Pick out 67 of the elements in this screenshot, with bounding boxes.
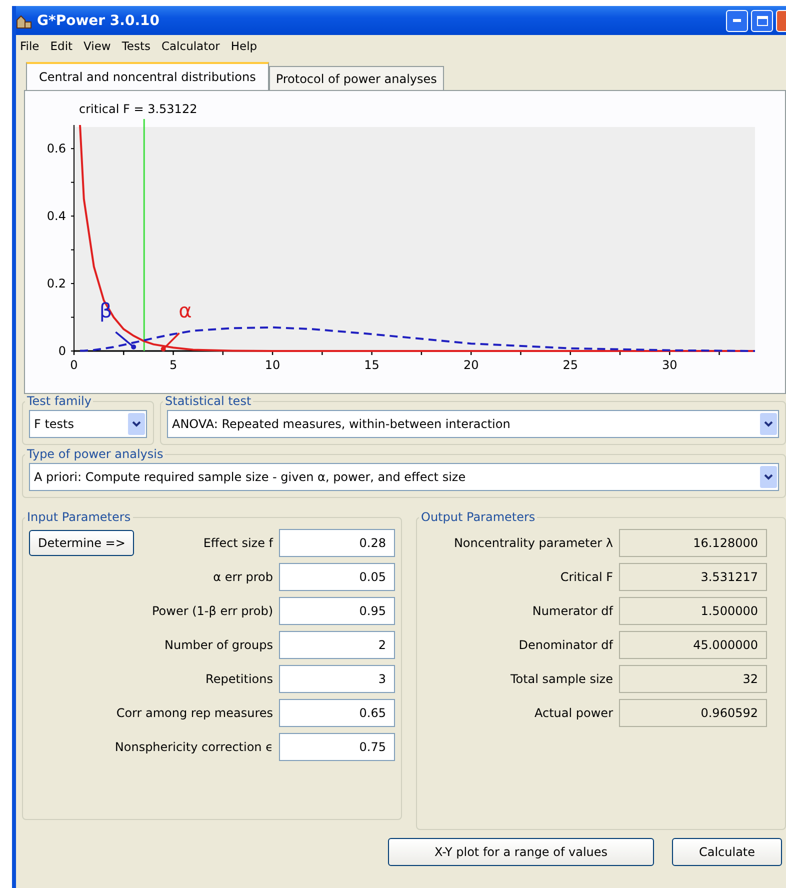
parameter-label: Repetitions [206,672,273,686]
group-label: Output Parameters [420,510,536,524]
y-tick-label: 0 [58,344,66,358]
parameter-label: Numerator df [532,604,613,618]
calculate-button[interactable]: Calculate [672,838,782,866]
menu-item[interactable]: Help [230,38,258,52]
input-field[interactable]: 2 [279,631,395,659]
menu-item[interactable]: Tests [122,38,150,52]
output-field: 0.960592 [619,699,767,727]
parameter-label: Effect size f [203,536,273,550]
test-family-dropdown[interactable]: F tests [29,410,147,438]
group-label: Input Parameters [26,510,132,524]
x-tick-label: 15 [364,358,380,372]
window-title: G*Power 3.0.10 [37,12,160,28]
output-field: 1.500000 [619,597,767,625]
area-label: β [99,298,112,322]
maximize-button[interactable] [751,10,773,32]
parameter-label: Critical F [560,570,613,584]
building-icon [16,12,32,28]
menu-item[interactable]: Calculator [161,38,220,52]
group-label: Type of power analysis [26,447,164,461]
x-tick-label: 30 [662,358,678,372]
x-tick-label: 10 [264,358,280,372]
analysis-type-dropdown[interactable]: A priori: Compute required sample size - given α, power, and effect size [29,463,779,491]
input-field[interactable]: 3 [279,665,395,693]
output-field: 32 [619,665,767,693]
pointer-arrow [160,332,180,352]
menu-item[interactable]: Edit [50,38,73,52]
parameter-label: Nonsphericity correction ϵ [114,740,273,754]
menu-item[interactable]: View [84,38,111,52]
area-label: α [178,298,192,322]
input-field[interactable]: 0.05 [279,563,395,591]
tab[interactable]: Protocol of power analyses [268,66,444,90]
parameter-label: Corr among rep measures [116,706,273,720]
x-tick-label: 0 [70,358,78,372]
determine-button[interactable]: Determine => [29,530,134,556]
parameter-label: Noncentrality parameter λ [454,536,613,550]
maximize-icon [756,16,768,26]
output-field: 16.128000 [619,529,767,557]
y-tick-label: 0.2 [46,276,66,291]
group-label: Test family [26,394,92,408]
output-field: 45.000000 [619,631,767,659]
pointer-arrow [115,331,136,350]
y-tick-label: 0.6 [46,142,66,156]
input-field[interactable]: 0.28 [279,529,395,557]
minimize-icon [733,19,741,22]
minimize-button[interactable] [726,10,748,32]
plot-button[interactable]: X-Y plot for a range of values [388,838,654,866]
x-tick-label: 5 [169,358,178,372]
tab[interactable]: Central and noncentral distributions [26,62,269,90]
input-field[interactable]: 0.65 [279,699,395,727]
parameter-label: Denominator df [518,638,613,652]
x-tick-label: 25 [562,358,578,372]
parameter-label: α err prob [213,570,273,584]
critical-value-label: critical F = 3.53122 [79,102,198,116]
y-tick-label: 0.4 [46,209,66,224]
parameter-label: Total sample size [510,672,613,686]
output-field: 3.531217 [619,563,767,591]
parameter-label: Power (1-β err prob) [152,604,273,618]
input-field[interactable]: 0.75 [279,733,395,761]
menu-item[interactable]: File [20,38,40,52]
x-tick-label: 20 [463,358,479,372]
statistical-test-dropdown[interactable]: ANOVA: Repeated measures, within-between interaction [167,410,779,438]
group-label: Statistical test [164,394,252,408]
parameter-label: Actual power [534,706,613,720]
parameter-label: Number of groups [164,638,273,652]
input-field[interactable]: 0.95 [279,597,395,625]
